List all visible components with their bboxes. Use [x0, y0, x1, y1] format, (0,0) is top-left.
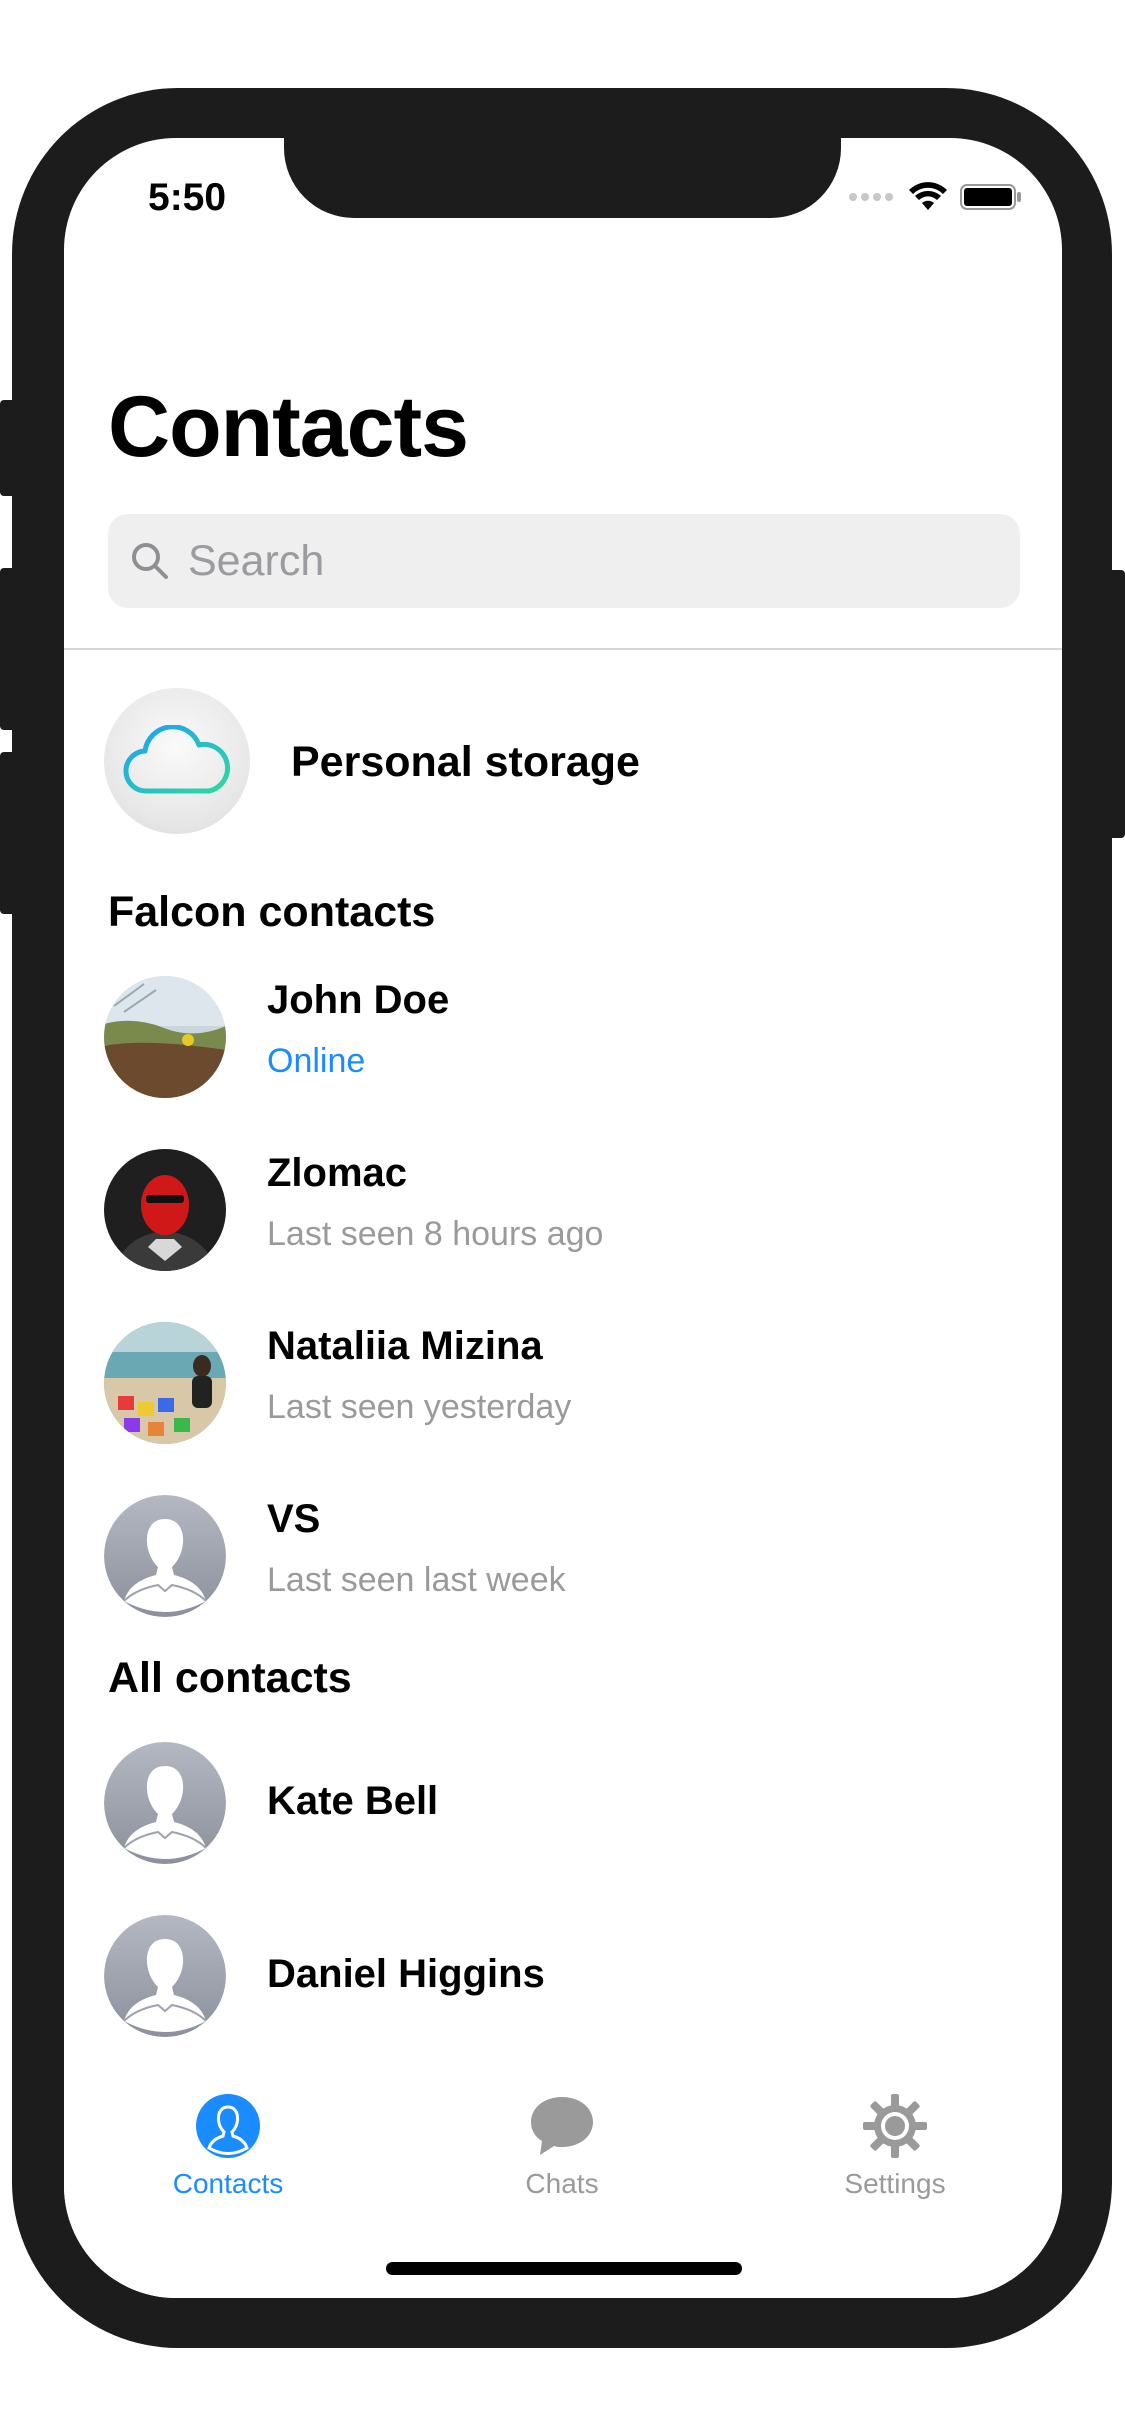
default-avatar-icon	[104, 1742, 226, 1864]
tab-settings[interactable]: Settings	[795, 2093, 995, 2200]
chat-bubble-icon	[531, 2097, 593, 2155]
mute-switch	[0, 400, 14, 496]
contact-status: Online	[267, 1042, 366, 1080]
contact-status: Last seen 8 hours ago	[267, 1215, 604, 1253]
power-button	[1110, 570, 1125, 838]
screen: 5:50 Contacts Search Personal storage Fa…	[64, 138, 1062, 2298]
contact-status: Last seen yesterday	[267, 1388, 572, 1426]
contact-name: Nataliia Mizina	[267, 1324, 543, 1368]
wifi-icon	[909, 182, 947, 210]
search-bar[interactable]	[108, 514, 1020, 608]
volume-up-button	[0, 568, 14, 730]
contact-name: Zlomac	[267, 1151, 408, 1195]
default-avatar-icon	[104, 1495, 226, 1617]
tab-contacts[interactable]: Contacts	[128, 2093, 328, 2200]
volume-down-button	[0, 752, 14, 914]
search-input[interactable]	[186, 535, 990, 587]
tab-chats[interactable]: Chats	[462, 2093, 662, 2200]
contact-name: Kate Bell	[267, 1779, 439, 1823]
tab-label: Chats	[525, 2168, 599, 2199]
signal-dots-icon	[849, 193, 893, 201]
section-title-falcon: Falcon contacts	[108, 888, 436, 936]
status-time: 5:50	[148, 176, 227, 219]
search-icon	[132, 543, 168, 579]
default-avatar-icon	[104, 1915, 226, 2037]
gear-icon	[863, 2094, 927, 2158]
avatar-nataliia-mizina	[104, 1322, 226, 1444]
header-divider	[64, 648, 1062, 650]
contact-status: Last seen last week	[267, 1561, 566, 1599]
status-indicators	[848, 182, 1022, 212]
section-title-all: All contacts	[108, 1654, 352, 1702]
avatar-john-doe	[104, 976, 226, 1098]
personal-storage-avatar	[104, 688, 250, 834]
battery-icon	[960, 184, 1021, 210]
page-title: Contacts	[108, 379, 469, 475]
notch	[284, 138, 841, 218]
contact-name: VS	[267, 1497, 321, 1541]
home-indicator[interactable]	[386, 2262, 742, 2275]
contact-name: John Doe	[267, 978, 450, 1022]
cloud-icon	[123, 725, 231, 794]
tab-label: Settings	[844, 2168, 946, 2199]
contact-name: Daniel Higgins	[267, 1952, 545, 1996]
tab-label: Contacts	[172, 2168, 284, 2199]
avatar-zlomac	[104, 1149, 226, 1271]
personal-storage-label: Personal storage	[291, 738, 640, 786]
person-icon	[196, 2094, 260, 2158]
